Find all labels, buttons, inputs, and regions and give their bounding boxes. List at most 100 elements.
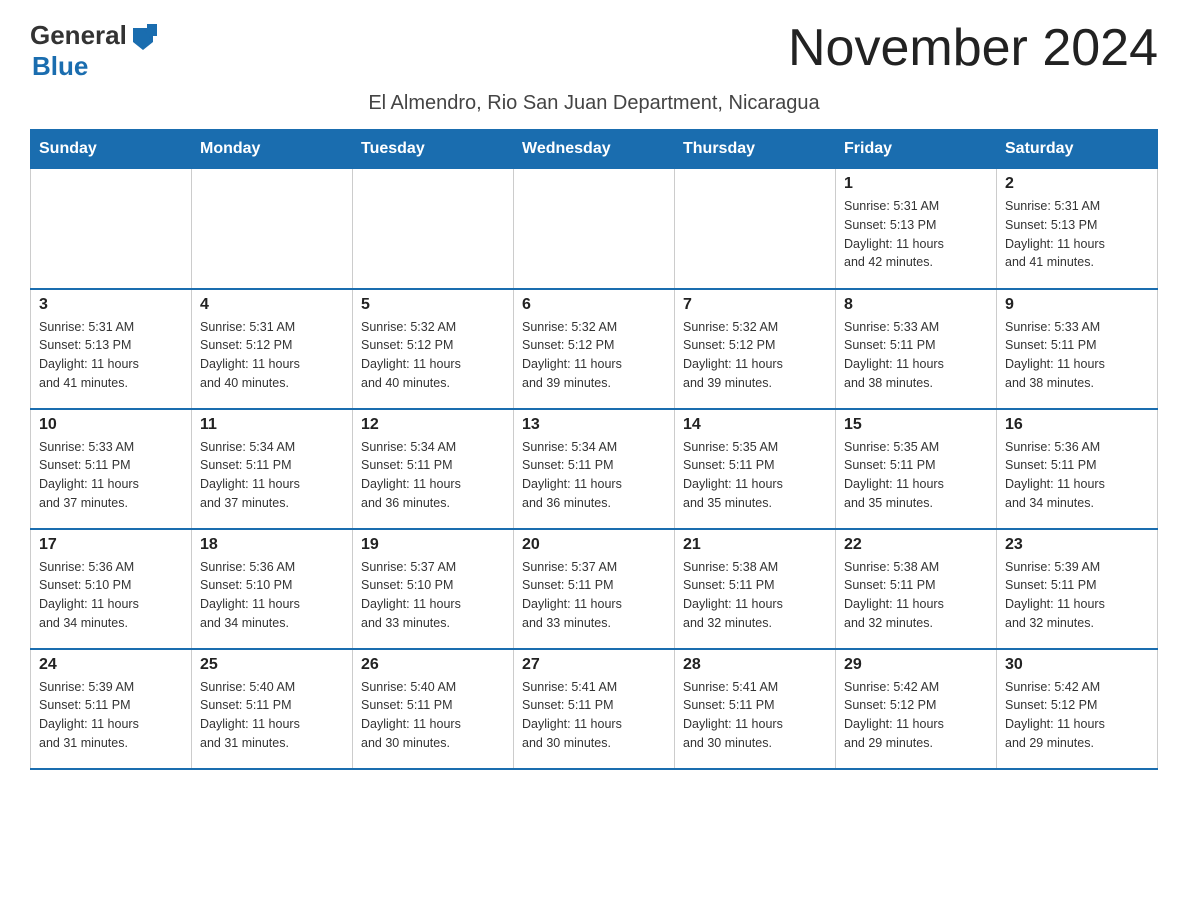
day-info: Sunrise: 5:42 AM Sunset: 5:12 PM Dayligh… <box>844 678 988 753</box>
calendar-cell: 19 Sunrise: 5:37 AM Sunset: 5:10 PM Dayli… <box>353 529 514 649</box>
day-info: Sunrise: 5:37 AM Sunset: 5:10 PM Dayligh… <box>361 558 505 633</box>
day-info: Sunrise: 5:32 AM Sunset: 5:12 PM Dayligh… <box>361 318 505 393</box>
day-info: Sunrise: 5:38 AM Sunset: 5:11 PM Dayligh… <box>844 558 988 633</box>
day-info: Sunrise: 5:39 AM Sunset: 5:11 PM Dayligh… <box>39 678 183 753</box>
calendar-cell: 18Sunrise: 5:36 AM Sunset: 5:10 PM Dayli… <box>192 529 353 649</box>
calendar-cell: 1 Sunrise: 5:31 AM Sunset: 5:13 PM Daylig… <box>836 169 997 289</box>
calendar-cell: 22 Sunrise: 5:38 AM Sunset: 5:11 PM Dayli… <box>836 529 997 649</box>
calendar-header-wednesday: Wednesday <box>514 130 675 169</box>
day-info: Sunrise: 5:31 AM Sunset: 5:13 PM Dayligh… <box>1005 197 1149 272</box>
day-number: 10 <box>39 416 183 434</box>
day-number: 3 <box>39 296 183 314</box>
day-number: 27 <box>522 656 666 674</box>
day-info: Sunrise: 5:33 AM Sunset: 5:11 PM Dayligh… <box>39 438 183 513</box>
calendar-cell: 9Sunrise: 5:33 AM Sunset: 5:11 PM Daylig… <box>997 289 1158 409</box>
calendar-cell: 21Sunrise: 5:38 AM Sunset: 5:11 PM Dayli… <box>675 529 836 649</box>
calendar-cell: 11 Sunrise: 5:34 AM Sunset: 5:11 PM Dayli… <box>192 409 353 529</box>
calendar-header-friday: Friday <box>836 130 997 169</box>
calendar-cell: 20Sunrise: 5:37 AM Sunset: 5:11 PM Dayli… <box>514 529 675 649</box>
calendar-cell: 25 Sunrise: 5:40 AM Sunset: 5:11 PM Dayli… <box>192 649 353 769</box>
page-header: General Blue November 2024 <box>30 20 1158 82</box>
calendar-cell: 7Sunrise: 5:32 AM Sunset: 5:12 PM Daylig… <box>675 289 836 409</box>
day-number: 13 <box>522 416 666 434</box>
day-number: 7 <box>683 296 827 314</box>
day-number: 20 <box>522 536 666 554</box>
day-info: Sunrise: 5:34 AM Sunset: 5:11 PM Dayligh… <box>361 438 505 513</box>
day-info: Sunrise: 5:40 AM Sunset: 5:11 PM Dayligh… <box>361 678 505 753</box>
calendar-cell <box>192 169 353 289</box>
day-number: 15 <box>844 416 988 434</box>
day-number: 26 <box>361 656 505 674</box>
day-info: Sunrise: 5:31 AM Sunset: 5:13 PM Dayligh… <box>39 318 183 393</box>
calendar-cell: 16Sunrise: 5:36 AM Sunset: 5:11 PM Dayli… <box>997 409 1158 529</box>
day-number: 11 <box>200 416 344 434</box>
calendar-week-row: 1 Sunrise: 5:31 AM Sunset: 5:13 PM Daylig… <box>31 169 1158 289</box>
day-info: Sunrise: 5:35 AM Sunset: 5:11 PM Dayligh… <box>844 438 988 513</box>
calendar-cell <box>31 169 192 289</box>
day-number: 2 <box>1005 175 1149 193</box>
logo-icon <box>129 22 157 50</box>
day-number: 16 <box>1005 416 1149 434</box>
day-number: 5 <box>361 296 505 314</box>
day-info: Sunrise: 5:42 AM Sunset: 5:12 PM Dayligh… <box>1005 678 1149 753</box>
day-info: Sunrise: 5:32 AM Sunset: 5:12 PM Dayligh… <box>522 318 666 393</box>
calendar-cell <box>353 169 514 289</box>
day-number: 18 <box>200 536 344 554</box>
calendar-cell: 8 Sunrise: 5:33 AM Sunset: 5:11 PM Daylig… <box>836 289 997 409</box>
calendar-cell: 28 Sunrise: 5:41 AM Sunset: 5:11 PM Dayli… <box>675 649 836 769</box>
calendar-cell: 12Sunrise: 5:34 AM Sunset: 5:11 PM Dayli… <box>353 409 514 529</box>
day-info: Sunrise: 5:35 AM Sunset: 5:11 PM Dayligh… <box>683 438 827 513</box>
calendar-cell: 6 Sunrise: 5:32 AM Sunset: 5:12 PM Daylig… <box>514 289 675 409</box>
calendar-cell: 24 Sunrise: 5:39 AM Sunset: 5:11 PM Dayli… <box>31 649 192 769</box>
day-info: Sunrise: 5:40 AM Sunset: 5:11 PM Dayligh… <box>200 678 344 753</box>
calendar-week-row: 17Sunrise: 5:36 AM Sunset: 5:10 PM Dayli… <box>31 529 1158 649</box>
calendar-cell <box>675 169 836 289</box>
logo: General Blue <box>30 20 157 82</box>
day-number: 25 <box>200 656 344 674</box>
month-title: November 2024 <box>788 20 1158 77</box>
calendar-week-row: 24 Sunrise: 5:39 AM Sunset: 5:11 PM Dayli… <box>31 649 1158 769</box>
calendar-cell: 23 Sunrise: 5:39 AM Sunset: 5:11 PM Dayli… <box>997 529 1158 649</box>
calendar-cell: 5 Sunrise: 5:32 AM Sunset: 5:12 PM Daylig… <box>353 289 514 409</box>
day-number: 1 <box>844 175 988 193</box>
calendar-header-sunday: Sunday <box>31 130 192 169</box>
location-subtitle: El Almendro, Rio San Juan Department, Ni… <box>30 92 1158 115</box>
calendar-cell: 26 Sunrise: 5:40 AM Sunset: 5:11 PM Dayli… <box>353 649 514 769</box>
day-info: Sunrise: 5:41 AM Sunset: 5:11 PM Dayligh… <box>522 678 666 753</box>
day-info: Sunrise: 5:41 AM Sunset: 5:11 PM Dayligh… <box>683 678 827 753</box>
day-number: 24 <box>39 656 183 674</box>
calendar-cell: 3 Sunrise: 5:31 AM Sunset: 5:13 PM Daylig… <box>31 289 192 409</box>
calendar-header-saturday: Saturday <box>997 130 1158 169</box>
day-number: 17 <box>39 536 183 554</box>
calendar-cell: 27 Sunrise: 5:41 AM Sunset: 5:11 PM Dayli… <box>514 649 675 769</box>
calendar-cell: 2 Sunrise: 5:31 AM Sunset: 5:13 PM Daylig… <box>997 169 1158 289</box>
day-number: 29 <box>844 656 988 674</box>
day-info: Sunrise: 5:33 AM Sunset: 5:11 PM Dayligh… <box>1005 318 1149 393</box>
day-number: 6 <box>522 296 666 314</box>
month-title-block: November 2024 <box>788 20 1158 77</box>
day-info: Sunrise: 5:33 AM Sunset: 5:11 PM Dayligh… <box>844 318 988 393</box>
calendar-table: SundayMondayTuesdayWednesdayThursdayFrid… <box>30 129 1158 770</box>
calendar-header-thursday: Thursday <box>675 130 836 169</box>
calendar-cell: 29 Sunrise: 5:42 AM Sunset: 5:12 PM Dayli… <box>836 649 997 769</box>
day-number: 19 <box>361 536 505 554</box>
calendar-cell <box>514 169 675 289</box>
day-info: Sunrise: 5:39 AM Sunset: 5:11 PM Dayligh… <box>1005 558 1149 633</box>
calendar-cell: 4Sunrise: 5:31 AM Sunset: 5:12 PM Daylig… <box>192 289 353 409</box>
day-info: Sunrise: 5:31 AM Sunset: 5:13 PM Dayligh… <box>844 197 988 272</box>
day-info: Sunrise: 5:38 AM Sunset: 5:11 PM Dayligh… <box>683 558 827 633</box>
day-info: Sunrise: 5:34 AM Sunset: 5:11 PM Dayligh… <box>200 438 344 513</box>
day-number: 28 <box>683 656 827 674</box>
calendar-header-row: SundayMondayTuesdayWednesdayThursdayFrid… <box>31 130 1158 169</box>
calendar-cell: 30 Sunrise: 5:42 AM Sunset: 5:12 PM Dayli… <box>997 649 1158 769</box>
calendar-cell: 14Sunrise: 5:35 AM Sunset: 5:11 PM Dayli… <box>675 409 836 529</box>
day-number: 4 <box>200 296 344 314</box>
calendar-cell: 10 Sunrise: 5:33 AM Sunset: 5:11 PM Dayli… <box>31 409 192 529</box>
day-number: 8 <box>844 296 988 314</box>
calendar-week-row: 3 Sunrise: 5:31 AM Sunset: 5:13 PM Daylig… <box>31 289 1158 409</box>
calendar-cell: 17Sunrise: 5:36 AM Sunset: 5:10 PM Dayli… <box>31 529 192 649</box>
day-number: 23 <box>1005 536 1149 554</box>
day-number: 22 <box>844 536 988 554</box>
calendar-cell: 15 Sunrise: 5:35 AM Sunset: 5:11 PM Dayli… <box>836 409 997 529</box>
day-number: 30 <box>1005 656 1149 674</box>
